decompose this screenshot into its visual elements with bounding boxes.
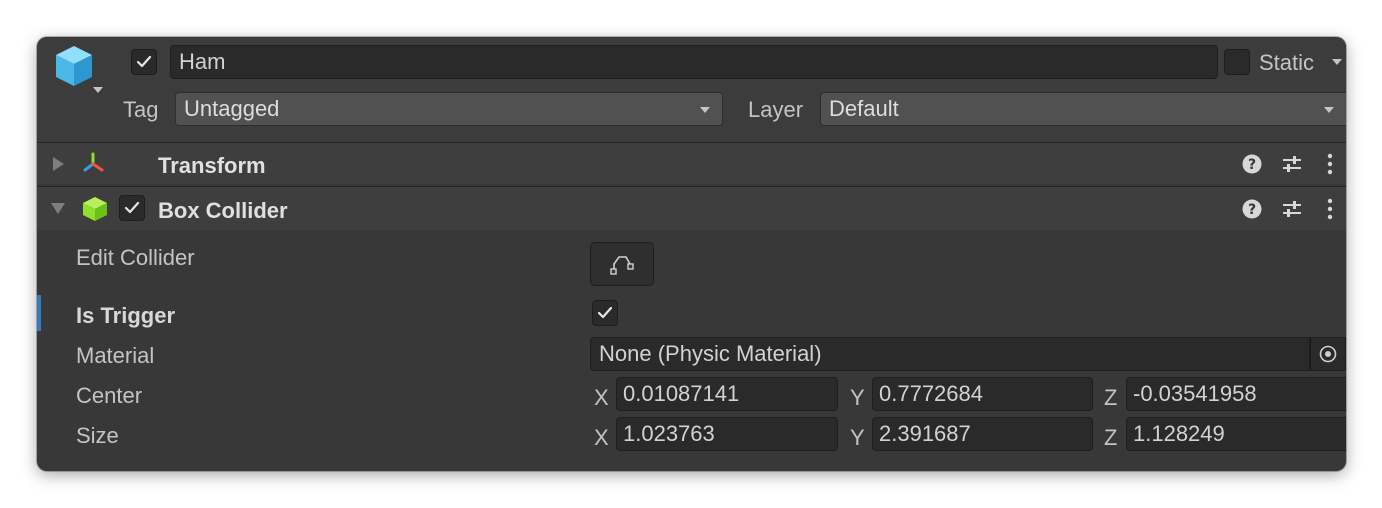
center-x-label[interactable]: X: [594, 385, 609, 411]
transform-icon: [83, 152, 104, 172]
size-y-label[interactable]: Y: [850, 425, 865, 451]
chevron-down-icon: [1324, 107, 1334, 113]
size-label: Size: [76, 423, 119, 448]
center-y-field[interactable]: 0.7772684: [872, 377, 1093, 411]
modified-indicator-bar: [37, 295, 41, 331]
layer-value: Default: [829, 96, 899, 121]
edit-collider-label: Edit Collider: [76, 245, 195, 270]
more-menu-icon[interactable]: [1325, 198, 1335, 220]
static-checkbox[interactable]: [1224, 49, 1250, 75]
svg-text:?: ?: [1248, 157, 1256, 173]
svg-text:?: ?: [1248, 202, 1256, 218]
tag-label: Tag: [123, 97, 159, 122]
edit-collider-icon: [610, 256, 634, 275]
size-x-label[interactable]: X: [594, 425, 609, 451]
size-z-field[interactable]: 1.128249: [1126, 417, 1346, 451]
gameobject-cube-icon[interactable]: [51, 43, 97, 89]
tag-dropdown[interactable]: Untagged: [175, 92, 723, 126]
center-x-field[interactable]: 0.01087141: [616, 377, 838, 411]
material-label: Material: [76, 343, 155, 368]
collider-enabled-checkbox[interactable]: [119, 195, 145, 221]
layer-label: Layer: [748, 97, 804, 122]
chevron-down-icon: [700, 107, 710, 113]
box-collider-title: Box Collider: [158, 198, 288, 223]
material-field[interactable]: None (Physic Material): [590, 337, 1310, 371]
help-icon[interactable]: ?: [1242, 199, 1262, 219]
tag-value: Untagged: [184, 96, 280, 121]
more-menu-icon[interactable]: [1325, 153, 1335, 175]
size-z-label[interactable]: Z: [1104, 425, 1117, 451]
is-trigger-label: Is Trigger: [76, 303, 176, 328]
preset-icon[interactable]: [1281, 198, 1303, 220]
gameobject-name-field[interactable]: Ham: [170, 45, 1218, 79]
is-trigger-checkbox[interactable]: [592, 300, 618, 326]
static-label[interactable]: Static: [1259, 52, 1314, 74]
layer-dropdown[interactable]: Default: [820, 92, 1346, 126]
transform-header[interactable]: Transform ?: [37, 142, 1346, 184]
foldout-arrow-icon[interactable]: [53, 157, 64, 171]
box-collider-icon: [83, 197, 107, 221]
active-checkbox[interactable]: [131, 49, 157, 75]
transform-title: Transform: [158, 153, 266, 178]
object-picker-icon: [1319, 345, 1337, 363]
center-label: Center: [76, 383, 143, 408]
size-x-field[interactable]: 1.023763: [616, 417, 838, 451]
center-y-label[interactable]: Y: [850, 385, 865, 411]
help-icon[interactable]: ?: [1242, 154, 1262, 174]
foldout-arrow-icon[interactable]: [51, 203, 65, 214]
preset-icon[interactable]: [1281, 153, 1303, 175]
static-dropdown-arrow[interactable]: [1332, 59, 1342, 65]
center-z-field[interactable]: -0.03541958: [1126, 377, 1346, 411]
box-collider-header[interactable]: Box Collider ?: [37, 186, 1346, 230]
icon-dropdown-arrow[interactable]: [93, 87, 103, 93]
edit-collider-button[interactable]: [590, 242, 654, 286]
size-y-field[interactable]: 2.391687: [872, 417, 1093, 451]
center-z-label[interactable]: Z: [1104, 385, 1117, 411]
object-picker-button[interactable]: [1310, 337, 1346, 371]
inspector-window: Ham Static Tag Untagged Layer Default Tr…: [37, 37, 1346, 471]
